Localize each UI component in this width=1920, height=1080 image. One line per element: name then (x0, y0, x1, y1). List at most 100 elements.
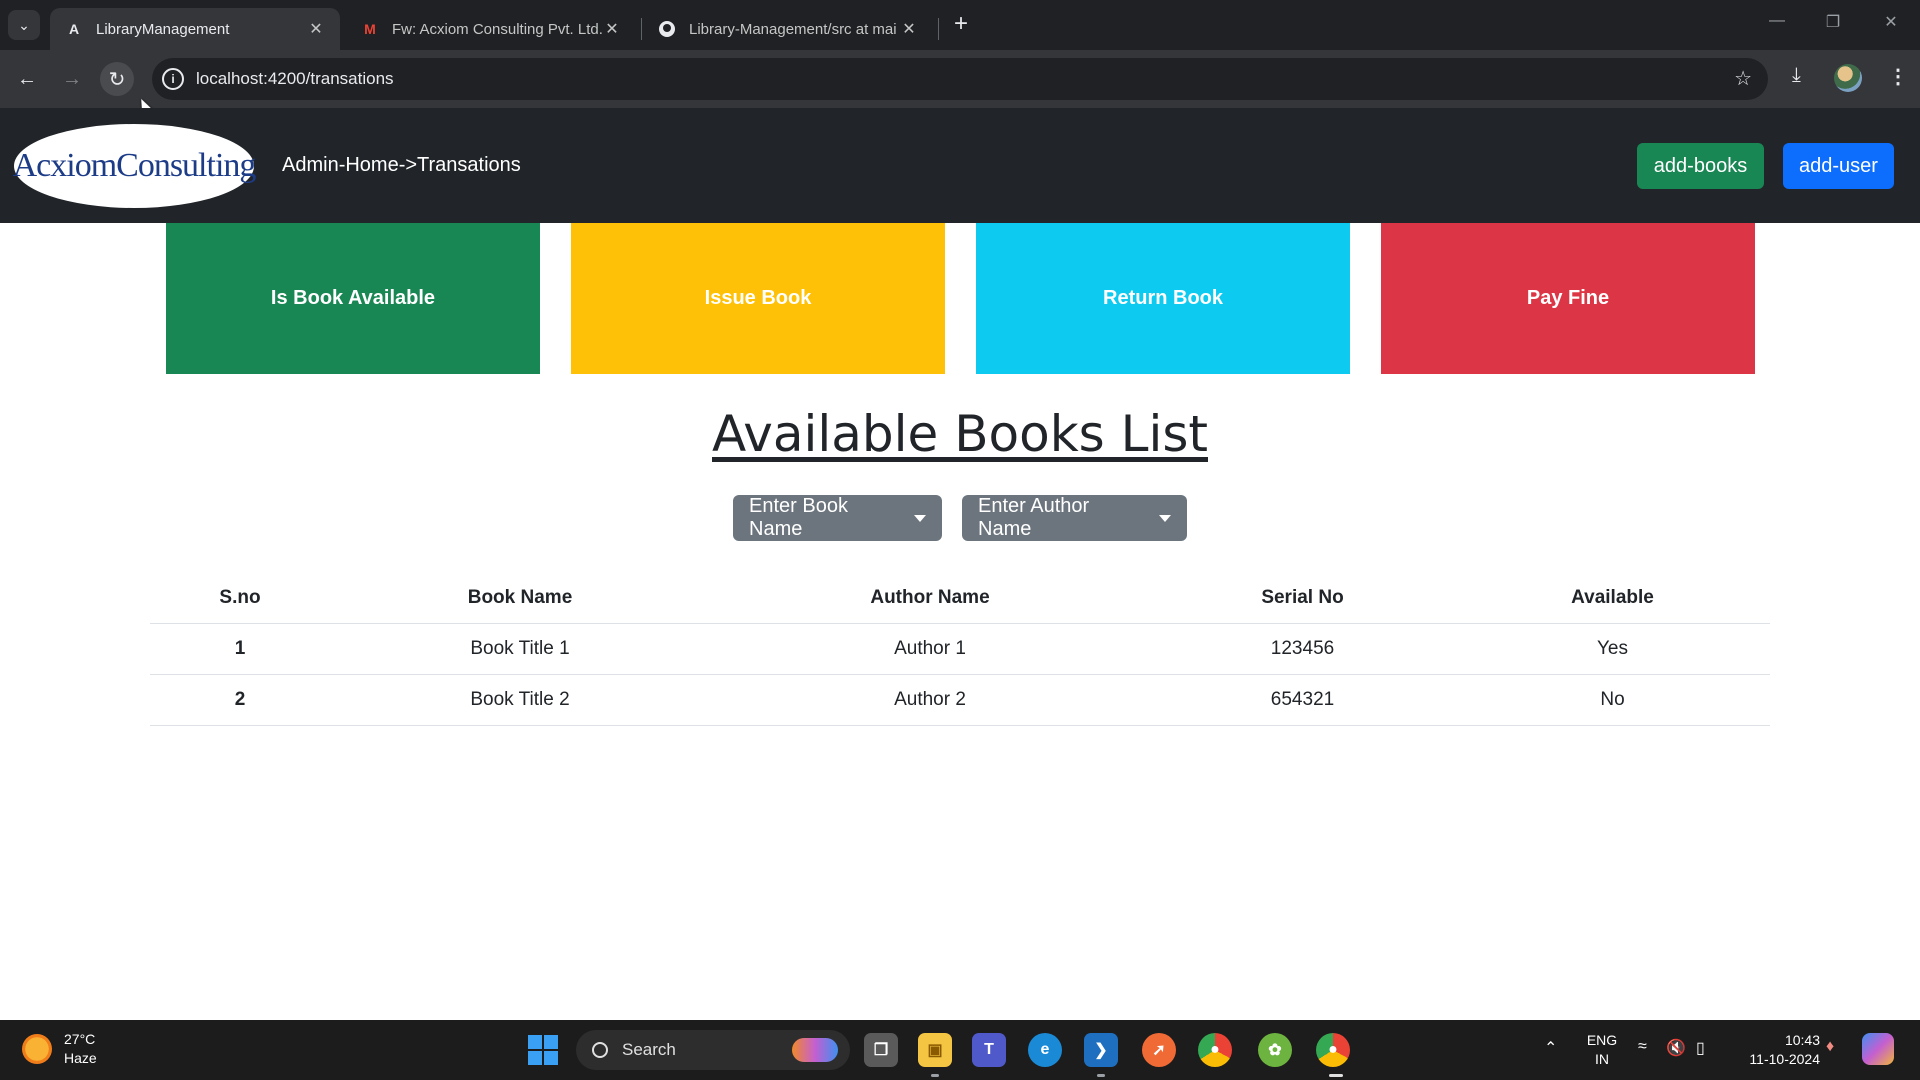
search-icon (592, 1042, 608, 1058)
is-book-available-card[interactable]: Is Book Available (166, 223, 540, 374)
weather-haze-icon (22, 1034, 52, 1064)
download-icon[interactable]: ⤓ (1792, 64, 1801, 87)
chrome-active-icon[interactable]: ● (1316, 1033, 1350, 1067)
running-indicator (1097, 1074, 1105, 1077)
file-explorer-icon[interactable]: ▣ (918, 1033, 952, 1067)
close-icon[interactable]: ✕ (602, 19, 622, 39)
clock-time: 10:43 (1784, 1032, 1820, 1048)
table-header-row: S.no Book Name Author Name Serial No Ava… (150, 574, 1770, 624)
angular-icon: A (68, 21, 80, 37)
volume-muted-icon[interactable]: 🔇 (1666, 1038, 1686, 1058)
cell-book-name: Book Title 1 (330, 623, 710, 675)
reload-icon[interactable]: ↻ (100, 62, 134, 96)
cell-serial-no: 654321 (1150, 674, 1455, 726)
github-icon (657, 19, 677, 39)
cell-available: No (1455, 674, 1770, 726)
table-row: 1 Book Title 1 Author 1 123456 Yes (150, 623, 1770, 675)
cell-sno: 1 (150, 623, 330, 675)
back-arrow-icon[interactable]: ← (10, 62, 44, 96)
pay-fine-card[interactable]: Pay Fine (1381, 223, 1755, 374)
tab-title: Library-Management/src at mai (689, 20, 897, 38)
windows-start-icon[interactable] (528, 1035, 558, 1065)
edge-icon[interactable]: e (1028, 1033, 1062, 1067)
cell-book-name: Book Title 2 (330, 674, 710, 726)
clock[interactable]: 10:43 11-10-2024 (1734, 1031, 1820, 1069)
cell-sno: 2 (150, 674, 330, 726)
column-header-serial-no: Serial No (1150, 574, 1455, 624)
spring-tool-suite-icon[interactable]: ✿ (1258, 1033, 1292, 1067)
book-name-dropdown[interactable]: Enter Book Name (733, 495, 942, 541)
notification-bell-icon[interactable]: ♦ (1826, 1038, 1834, 1056)
tab-title: LibraryManagement (96, 20, 230, 38)
copilot-icon[interactable] (1862, 1033, 1894, 1065)
tab-title: Fw: Acxiom Consulting Pvt. Ltd. (392, 20, 602, 38)
windows-taskbar: 27°C Haze Search ❐ ▣ T e ❯ ➚ ● ✿ ● ⌃ ENG… (0, 1020, 1920, 1080)
url-text[interactable]: localhost:4200/transations (196, 69, 394, 89)
tab-gmail[interactable]: M Fw: Acxiom Consulting Pvt. Ltd. ✕ (346, 8, 636, 50)
return-book-card[interactable]: Return Book (976, 223, 1350, 374)
tab-github[interactable]: Library-Management/src at mai ✕ (643, 8, 933, 50)
cell-author-name: Author 2 (710, 674, 1150, 726)
show-hidden-icons-chevron-icon[interactable]: ⌃ (1544, 1038, 1557, 1058)
browser-toolbar: ← → ↻ i localhost:4200/transations ☆ ⤓ ⋮ (0, 50, 1920, 108)
new-tab-plus-icon[interactable]: + (948, 12, 974, 38)
tab-librarymanagement[interactable]: A LibraryManagement ✕ (50, 8, 340, 50)
caret-down-icon (1159, 514, 1171, 522)
column-header-sno: S.no (150, 574, 330, 624)
task-view-icon[interactable]: ❐ (864, 1033, 898, 1067)
restore-icon[interactable]: ❐ (1818, 12, 1848, 36)
chrome-icon[interactable]: ● (1198, 1033, 1232, 1067)
tab-search-chevron-icon[interactable]: ⌄ (8, 10, 40, 40)
add-books-button[interactable]: add-books (1637, 143, 1764, 189)
battery-icon[interactable]: ▯ (1696, 1038, 1705, 1058)
teams-icon[interactable]: T (972, 1033, 1006, 1067)
profile-avatar[interactable] (1834, 64, 1862, 92)
site-info-icon[interactable]: i (162, 68, 184, 90)
book-name-dropdown-label: Enter Book Name (749, 495, 848, 540)
language-code: ENG (1586, 1032, 1618, 1048)
taskbar-search-box[interactable]: Search (576, 1030, 850, 1070)
language-indicator[interactable]: ENG IN (1582, 1031, 1622, 1069)
add-user-button[interactable]: add-user (1783, 143, 1894, 189)
weather-temperature: 27°C (64, 1031, 96, 1047)
cell-author-name: Author 1 (710, 623, 1150, 675)
page-title: Available Books List (712, 405, 1208, 463)
running-indicator (931, 1074, 939, 1077)
tab-separator (641, 18, 642, 40)
logo-text: AcxiomConsulting (12, 147, 257, 184)
address-bar[interactable]: i localhost:4200/transations ☆ (152, 58, 1768, 100)
caret-down-icon (914, 514, 926, 522)
author-name-dropdown[interactable]: Enter Author Name (962, 495, 1187, 541)
menu-kebab-icon[interactable]: ⋮ (1888, 64, 1908, 89)
browser-tab-bar: ⌄ A LibraryManagement ✕ M Fw: Acxiom Con… (0, 0, 1920, 50)
minimize-icon[interactable]: — (1762, 12, 1792, 36)
weather-widget[interactable]: 27°C Haze (22, 1030, 97, 1068)
taskbar-search-label: Search (622, 1040, 676, 1059)
issue-book-card[interactable]: Issue Book (571, 223, 945, 374)
weather-condition: Haze (64, 1050, 97, 1066)
close-icon[interactable]: ✕ (899, 19, 919, 39)
bookmark-star-icon[interactable]: ☆ (1734, 66, 1752, 91)
cell-available: Yes (1455, 623, 1770, 675)
close-icon[interactable]: ✕ (306, 19, 326, 39)
table-row: 2 Book Title 2 Author 2 654321 No (150, 674, 1770, 726)
column-header-book-name: Book Name (330, 574, 710, 624)
company-logo[interactable]: AcxiomConsulting (12, 124, 257, 208)
app-navbar: AcxiomConsulting Admin-Home->Transations… (0, 108, 1920, 223)
vscode-icon[interactable]: ❯ (1084, 1033, 1118, 1067)
wifi-icon[interactable]: ≈ (1638, 1038, 1647, 1056)
clock-date: 11-10-2024 (1749, 1051, 1820, 1067)
cell-serial-no: 123456 (1150, 623, 1455, 675)
window-close-icon[interactable]: ✕ (1876, 12, 1906, 36)
author-name-dropdown-label: Enter Author Name (978, 495, 1090, 540)
column-header-available: Available (1455, 574, 1770, 624)
postman-icon[interactable]: ➚ (1142, 1033, 1176, 1067)
column-header-author-name: Author Name (710, 574, 1150, 624)
gmail-icon: M (364, 21, 376, 37)
active-indicator (1329, 1074, 1343, 1077)
books-table: S.no Book Name Author Name Serial No Ava… (150, 574, 1770, 726)
region-code: IN (1595, 1051, 1609, 1067)
breadcrumb: Admin-Home->Transations (282, 154, 521, 176)
search-highlight-icon (792, 1038, 838, 1062)
forward-arrow-icon[interactable]: → (55, 62, 89, 96)
